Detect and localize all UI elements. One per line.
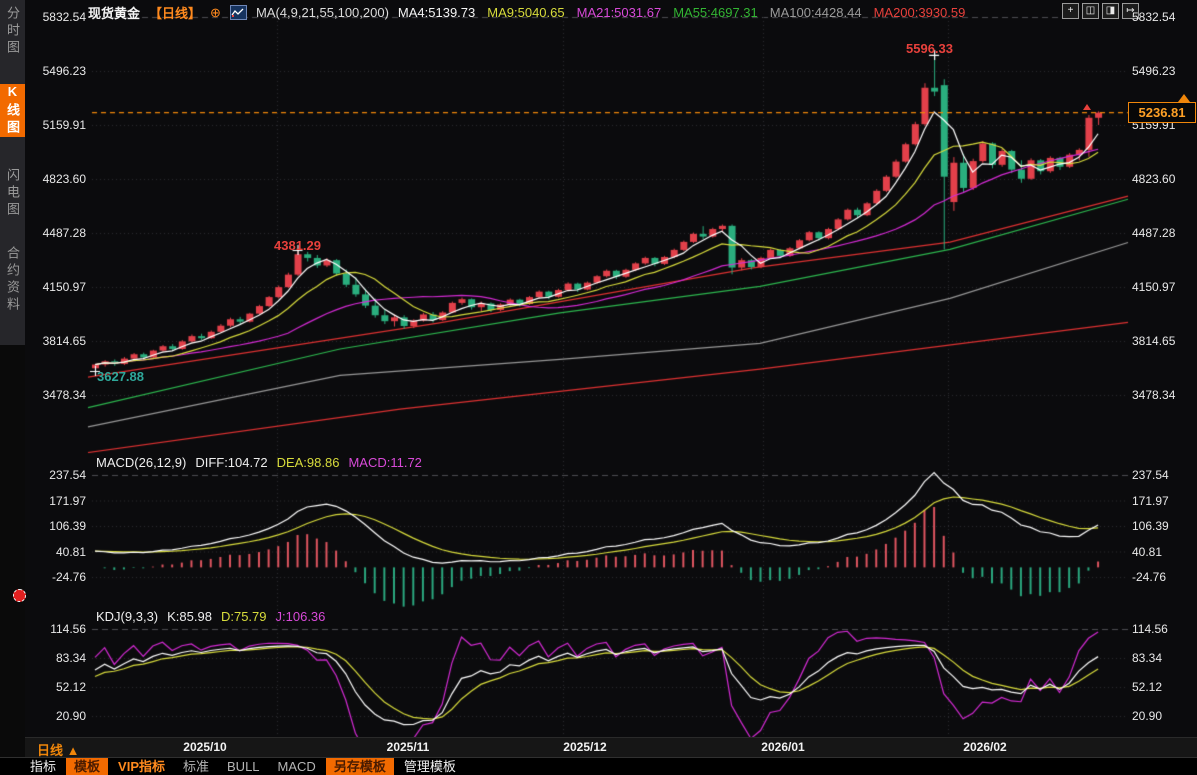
window-icon-group: +◫◨↦: [1062, 3, 1139, 19]
x-axis-date-label: 2025/12: [563, 740, 606, 754]
ma-value-4: MA55:4697.31: [673, 5, 758, 20]
ma-value-5: MA100:4428.44: [770, 5, 862, 20]
y-axis-label: 4487.28: [26, 226, 86, 240]
y-axis-label: 237.54: [1132, 468, 1194, 482]
circled-plus-icon[interactable]: ⊕: [210, 6, 221, 19]
x-axis-row: 日线 ▲ 2025/102025/112025/122026/012026/02: [25, 737, 1197, 757]
mini-chart-icon[interactable]: [230, 5, 247, 20]
y-axis-label: 40.81: [1132, 545, 1194, 559]
bottom-toolbar: 指标模板VIP指标标准BULLMACD另存模板管理模板: [0, 757, 1197, 775]
macd-title[interactable]: MACD(26,12,9): [96, 455, 186, 470]
y-axis-label: 106.39: [26, 519, 86, 533]
y-axis-label: 4150.97: [26, 280, 86, 294]
y-axis-label: 4487.28: [1132, 226, 1194, 240]
macd-diff-value: DIFF:104.72: [195, 455, 267, 470]
toolbar-tab-8[interactable]: 管理模板: [396, 758, 464, 775]
chart-window: 分时图 K线图闪电图合约资料 现货黄金 【日线】 ⊕ MA(4,9,21,55,1…: [0, 0, 1197, 774]
sidebar-tab-3[interactable]: 闪电图: [0, 168, 25, 219]
y-axis-label: 52.12: [1132, 680, 1194, 694]
y-axis-label: 4823.60: [26, 172, 86, 186]
period-tag[interactable]: 【日线】: [149, 3, 201, 22]
toolbar-tab-6[interactable]: MACD: [270, 758, 324, 775]
low-price-annotation: 3627.88: [97, 369, 144, 384]
kdj-title[interactable]: KDJ(9,3,3): [96, 609, 158, 624]
y-axis-label: 114.56: [1132, 622, 1194, 636]
chart-header: 现货黄金 【日线】 ⊕ MA(4,9,21,55,100,200) MA4:51…: [88, 3, 965, 21]
y-axis-label: 171.97: [1132, 494, 1194, 508]
ma-value-3: MA21:5031.67: [577, 5, 662, 20]
toolbar-tab-1[interactable]: 指标: [22, 758, 64, 775]
x-axis-date-label: 2026/01: [761, 740, 804, 754]
y-axis-label: 40.81: [26, 545, 86, 559]
y-axis-label: 171.97: [26, 494, 86, 508]
y-axis-label: 106.39: [1132, 519, 1194, 533]
toolbar-tab-3[interactable]: VIP指标: [110, 758, 173, 775]
y-axis-label: 3814.65: [1132, 334, 1194, 348]
ma-value-6: MA200:3930.59: [874, 5, 966, 20]
left-axis-pane-icon[interactable]: ◫: [1082, 3, 1099, 19]
kdj-d-value: D:75.79: [221, 609, 267, 624]
y-axis-label: 4823.60: [1132, 172, 1194, 186]
symbol-name: 现货黄金: [88, 3, 140, 22]
y-axis-label: 83.34: [1132, 651, 1194, 665]
y-axis-label: 237.54: [26, 468, 86, 482]
x-axis-date-label: 2025/10: [183, 740, 226, 754]
right-axis-pane-icon[interactable]: ◨: [1102, 3, 1119, 19]
y-axis-label: 83.34: [26, 651, 86, 665]
kdj-k-value: K:85.98: [167, 609, 212, 624]
y-axis-label: 3478.34: [26, 388, 86, 402]
y-axis-label: 4150.97: [1132, 280, 1194, 294]
y-axis-label: 5832.54: [1132, 10, 1194, 24]
ma-value-2: MA9:5040.65: [487, 5, 564, 20]
alert-indicator-icon: [13, 589, 26, 602]
macd-dea-value: DEA:98.86: [277, 455, 340, 470]
y-axis-label: 20.90: [1132, 709, 1194, 723]
y-axis-label: -24.76: [1132, 570, 1194, 584]
sidebar: 分时图 K线图闪电图合约资料: [0, 0, 25, 774]
y-axis-label: 5159.91: [26, 118, 86, 132]
ma-values: MA4:5139.73 MA9:5040.65 MA21:5031.67 MA55:4…: [398, 5, 965, 20]
y-axis-label: 20.90: [26, 709, 86, 723]
sidebar-tab-4[interactable]: 合约资料: [0, 246, 25, 314]
last-tick-arrow-icon: [1083, 104, 1091, 110]
kdj-j-value: J:106.36: [276, 609, 326, 624]
macd-pane-header: MACD(26,12,9) DIFF:104.72 DEA:98.86 MACD…: [96, 455, 422, 470]
y-axis-label: 114.56: [26, 622, 86, 636]
y-axis-label: 5496.23: [26, 64, 86, 78]
y-axis-label: 5496.23: [1132, 64, 1194, 78]
kdj-pane-header: KDJ(9,3,3) K:85.98 D:75.79 J:106.36: [96, 609, 325, 624]
y-axis-label: 52.12: [26, 680, 86, 694]
price-up-arrow-icon: [1178, 94, 1190, 102]
y-axis-label: -24.76: [26, 570, 86, 584]
toolbar-tab-4[interactable]: 标准: [175, 758, 217, 775]
pullback-high-annotation: 4381.29: [274, 238, 321, 253]
current-price-badge: 5236.81: [1128, 102, 1196, 123]
toolbar-tab-2[interactable]: 模板: [66, 758, 108, 775]
x-axis-date-label: 2026/02: [963, 740, 1006, 754]
y-axis-label: 3478.34: [1132, 388, 1194, 402]
macd-macd-value: MACD:11.72: [348, 455, 421, 470]
ma-value-1: MA4:5139.73: [398, 5, 475, 20]
toolbar-tab-7[interactable]: 另存模板: [326, 758, 394, 775]
toolbar-tab-5[interactable]: BULL: [219, 758, 268, 775]
sidebar-tab-1[interactable]: 分时图: [0, 6, 25, 57]
y-axis-label: 3814.65: [26, 334, 86, 348]
chart-canvas[interactable]: [0, 0, 1197, 774]
sidebar-tabs: 分时图 K线图闪电图合约资料: [0, 0, 25, 345]
high-price-annotation: 5596.33: [906, 41, 953, 56]
x-axis-date-label: 2025/11: [387, 740, 430, 754]
y-axis-label: 5832.54: [26, 10, 86, 24]
crosshair-icon[interactable]: +: [1062, 3, 1079, 19]
ma-settings-label: MA(4,9,21,55,100,200): [256, 5, 389, 20]
sidebar-tab-2[interactable]: K线图: [0, 84, 25, 137]
